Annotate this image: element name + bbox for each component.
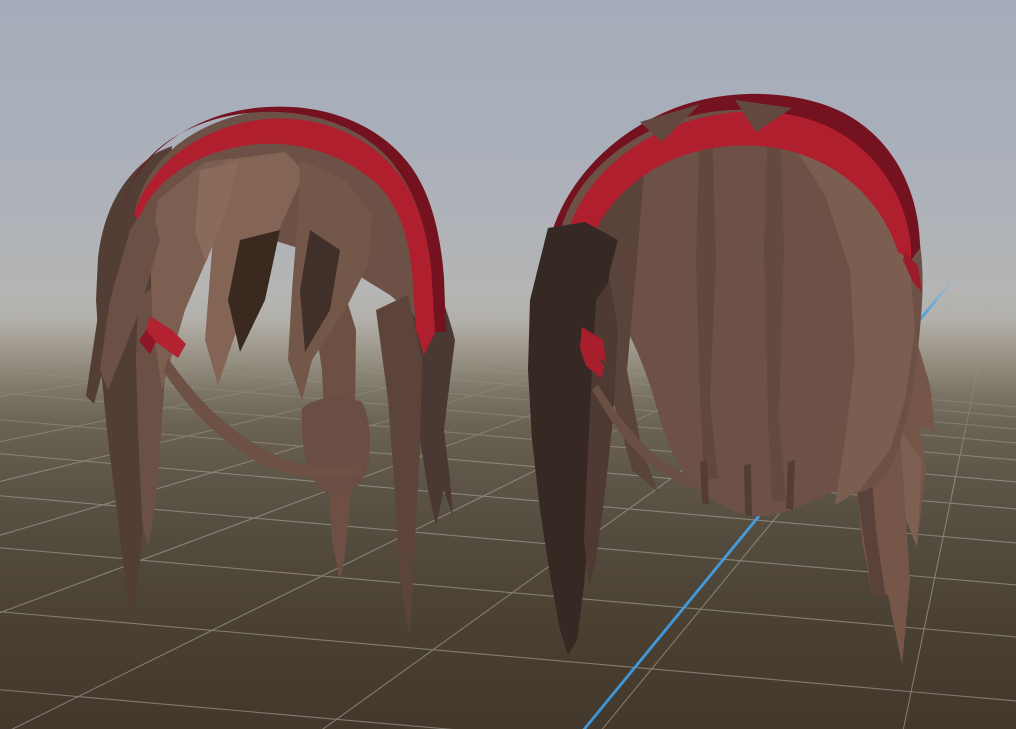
models-layer xyxy=(0,0,1016,729)
hair-chin-panel xyxy=(302,397,370,495)
hair-front-strand xyxy=(376,295,422,635)
hair-model-left[interactable] xyxy=(86,107,455,635)
viewport-canvas[interactable] xyxy=(0,0,1016,729)
hair-model-right[interactable] xyxy=(528,94,935,665)
nape-seam xyxy=(744,464,752,516)
